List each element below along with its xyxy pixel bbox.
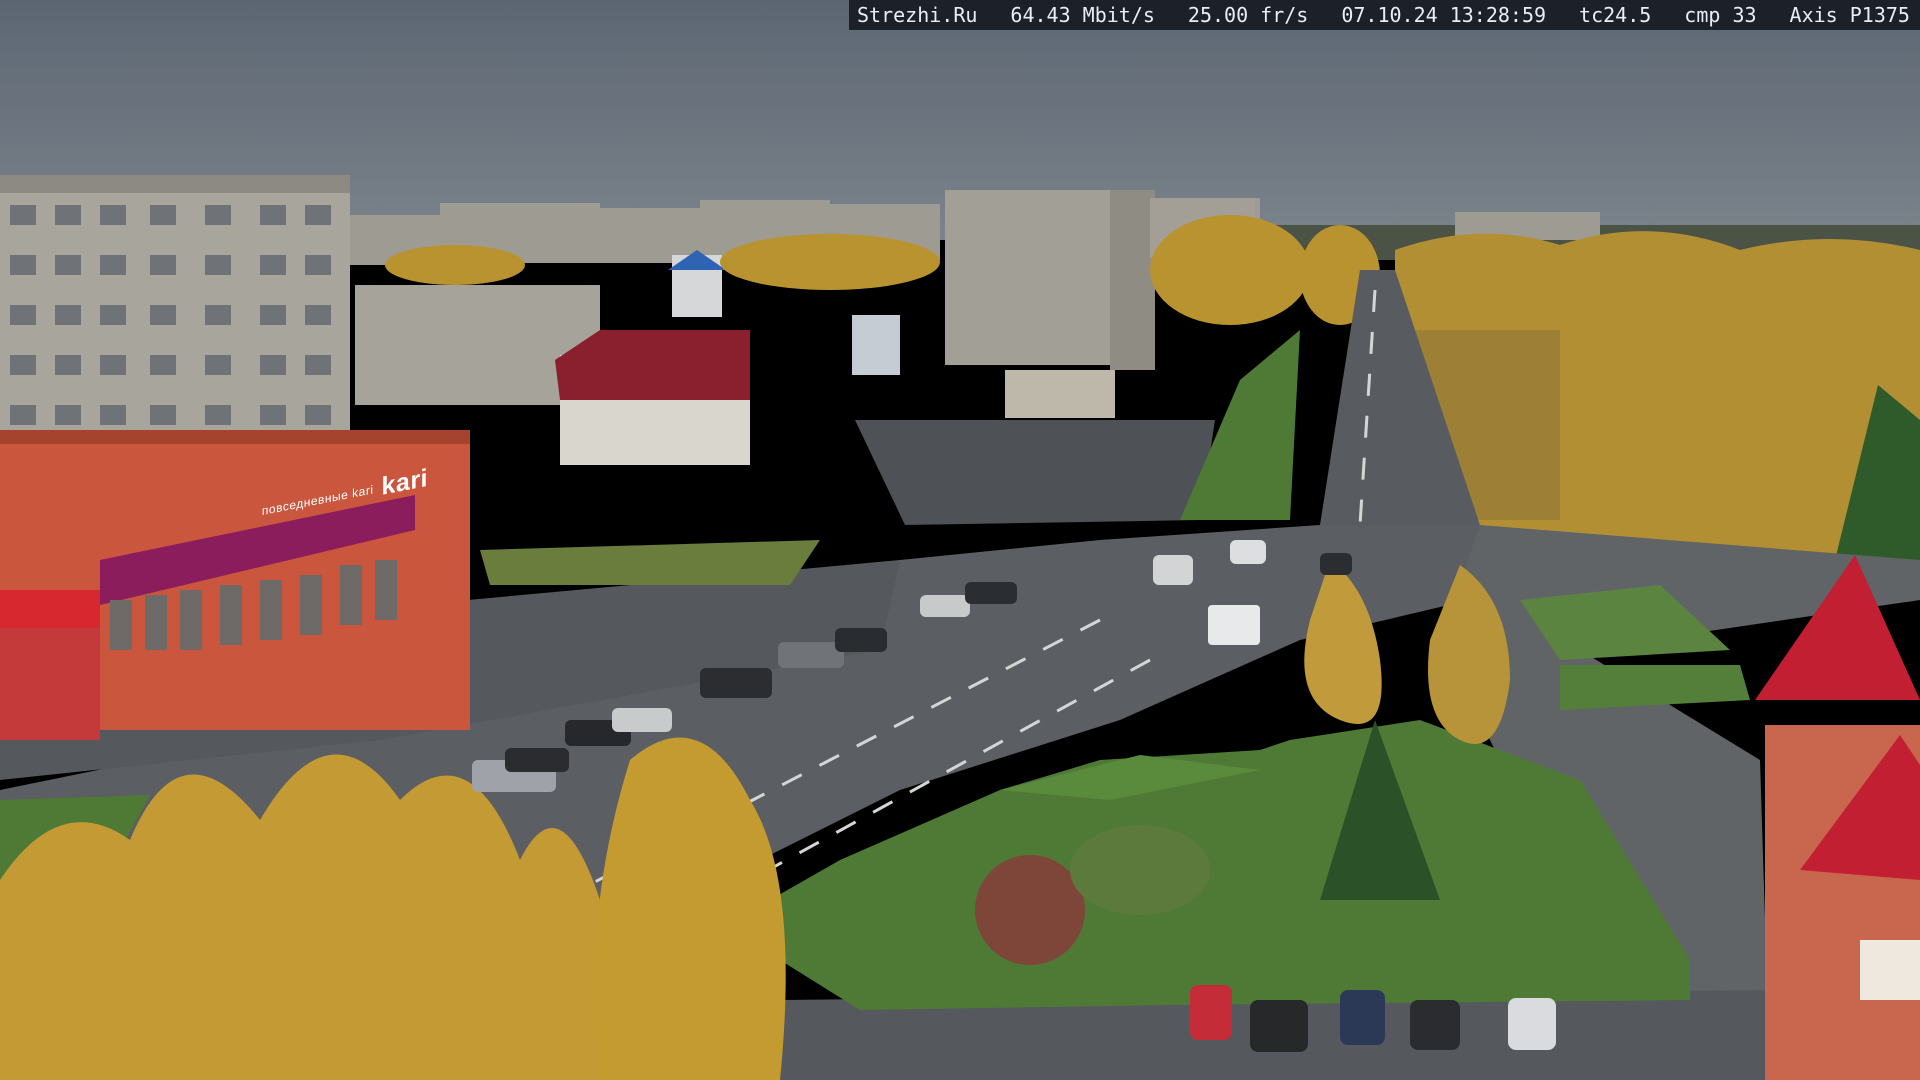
osd-site: Strezhi.Ru	[857, 3, 978, 27]
low-building-center	[1005, 370, 1115, 418]
webcam-scene	[0, 0, 1920, 1080]
osd-framerate: 25.00 fr/s	[1187, 3, 1309, 27]
apartment-tower-center	[945, 190, 1115, 365]
red-roof-building-right	[1755, 555, 1920, 1080]
osd-bitrate: 64.43 Mbit/s	[1010, 3, 1155, 27]
osd-datetime: 07.10.24 13:28:59	[1341, 3, 1547, 27]
blue-roof-small-building	[852, 315, 900, 375]
parking-plaza	[855, 420, 1215, 525]
store-sign-logo: kari	[381, 463, 428, 501]
webcam-viewport: Strezhi.Ru 64.43 Mbit/s 25.00 fr/s 07.10…	[0, 0, 1920, 1080]
apartment-tower-center-2	[1110, 190, 1155, 370]
osd-camera-model: Axis P1375	[1789, 3, 1910, 27]
camera-osd-bar: Strezhi.Ru 64.43 Mbit/s 25.00 fr/s 07.10…	[849, 0, 1920, 30]
osd-cmp: cmp 33	[1684, 3, 1757, 27]
lawn-right-strip	[1560, 665, 1750, 710]
lawn-parking-edge	[480, 540, 820, 585]
osd-tc: tc24.5	[1579, 3, 1652, 27]
red-roof-building-roof	[555, 330, 750, 400]
